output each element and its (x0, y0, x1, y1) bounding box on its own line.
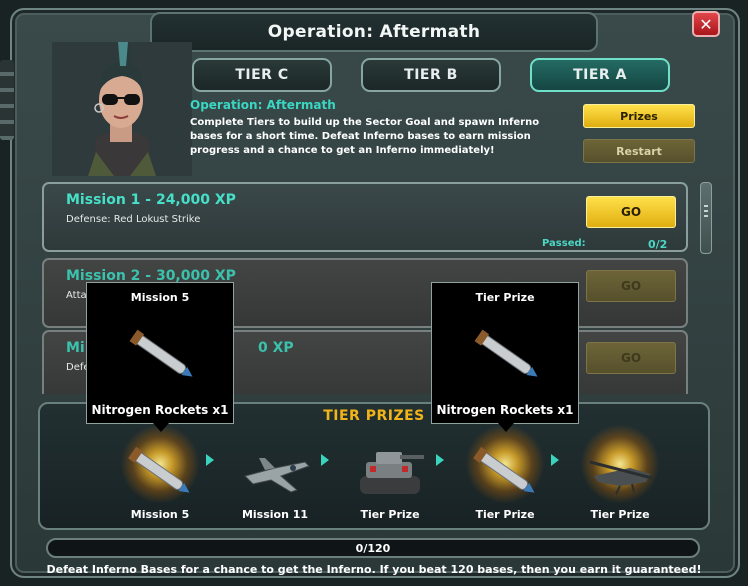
title-bar: Operation: Aftermath (150, 12, 598, 52)
tank-icon (360, 452, 424, 494)
base-progress-bar: 0/120 (46, 538, 700, 558)
mission-go-button[interactable]: GO (586, 270, 676, 302)
prize-label: Mission 11 (241, 508, 309, 521)
frame-bolts (0, 60, 14, 140)
mission-title-tail: 0 XP (258, 340, 294, 356)
tab-tier-c[interactable]: TIER C (192, 58, 332, 92)
prize-label: Tier Prize (360, 508, 420, 521)
prize-label: Tier Prize (590, 508, 650, 521)
rocket-icon (129, 329, 193, 377)
scroll-grip-icon (704, 205, 708, 207)
scroll-grip-icon (704, 215, 708, 217)
prize-item[interactable]: Tier Prize (570, 422, 670, 522)
tooltip-pointer (153, 423, 169, 432)
scroll-grip-icon (704, 210, 708, 212)
tooltip-item-name: Nitrogen Rockets x1 (436, 403, 574, 417)
prize-item[interactable]: Tier Prize (455, 422, 555, 522)
operation-description: Complete Tiers to build up the Sector Go… (190, 117, 540, 156)
mission-go-button[interactable]: GO (586, 342, 676, 374)
progress-text: 0/120 (355, 542, 391, 555)
rocket-icon (128, 446, 190, 493)
mission-title: Mission 1 - 24,000 XP (66, 192, 236, 208)
prize-tooltip: Tier Prize Nitrogen Rockets x1 (431, 282, 579, 432)
rocket-icon (473, 446, 535, 493)
prize-label: Mission 5 (130, 508, 190, 521)
tooltip-pointer (498, 423, 514, 432)
prizes-button[interactable]: Prizes (583, 104, 695, 128)
rocket-icon (474, 329, 538, 377)
mission-scrollbar[interactable] (700, 182, 712, 254)
chevron-right-icon (206, 454, 214, 466)
tab-tier-a[interactable]: TIER A (530, 58, 670, 92)
mission-subtitle: Defense: Red Lokust Strike (66, 214, 201, 225)
prize-label: Tier Prize (475, 508, 535, 521)
jet-icon (244, 458, 310, 493)
helicopter-icon (589, 460, 653, 495)
mission-title: Mi (66, 340, 85, 356)
tooltip-item-name: Nitrogen Rockets x1 (91, 403, 229, 417)
restart-button[interactable]: Restart (583, 139, 695, 163)
prize-item[interactable]: Mission 5 (110, 422, 210, 522)
close-button[interactable]: ✕ (692, 11, 720, 37)
footer-text: Defeat Inferno Bases for a chance to get… (46, 563, 702, 576)
prize-item[interactable]: Mission 11 (225, 422, 325, 522)
chevron-right-icon (321, 454, 329, 466)
tooltip-title: Mission 5 (130, 291, 190, 304)
mission-passed-value: 0/2 (648, 238, 668, 251)
mission-passed-label: Passed: (542, 238, 586, 249)
chevron-right-icon (551, 454, 559, 466)
prize-item[interactable]: Tier Prize (340, 422, 440, 522)
prize-tooltip: Mission 5 Nitrogen Rockets x1 (86, 282, 234, 432)
tab-tier-b[interactable]: TIER B (361, 58, 501, 92)
mission-row: Mission 1 - 24,000 XP Defense: Red Lokus… (42, 182, 688, 252)
mission-go-button[interactable]: GO (586, 196, 676, 228)
close-icon: ✕ (699, 14, 713, 34)
chevron-right-icon (436, 454, 444, 466)
commander-portrait (52, 42, 192, 176)
tooltip-title: Tier Prize (475, 291, 535, 304)
operation-title: Operation: Aftermath (190, 98, 336, 112)
window-title: Operation: Aftermath (267, 22, 481, 42)
